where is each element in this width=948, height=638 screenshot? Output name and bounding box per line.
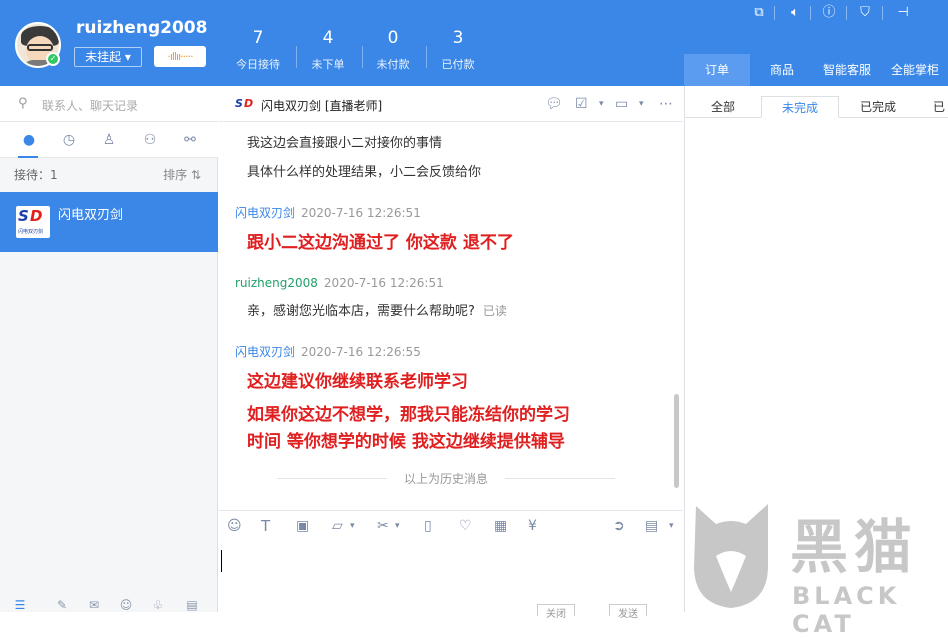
message-text: 这边建议你继续联系老师学习: [247, 372, 468, 392]
message-text: 具体什么样的处理结果，小二会反馈给你: [247, 165, 482, 180]
tree-icon[interactable]: ♧: [150, 598, 166, 612]
message-meta: 闪电双刃剑 2020-7-16 12:26:51: [235, 206, 421, 220]
username: ruizheng2008: [76, 18, 208, 38]
chat-bubble-icon[interactable]: ●: [18, 130, 40, 150]
contact-tabs: ● ◷ ♙ ⚇ ⚯: [0, 122, 218, 158]
font-icon[interactable]: T: [261, 517, 270, 535]
watermark: 黑猫 BLACK CAT: [676, 496, 948, 638]
group-icon[interactable]: ⚇: [139, 130, 161, 150]
chevron-down-icon[interactable]: ▾: [669, 517, 674, 535]
image-icon[interactable]: ▣: [296, 517, 309, 535]
cat-logo-icon: [694, 504, 768, 608]
tab-more[interactable]: 已: [929, 96, 948, 118]
stat-not-ordered[interactable]: 4 未下单: [298, 28, 358, 72]
person-icon[interactable]: ♙: [98, 130, 120, 150]
stat-unpaid[interactable]: 0 未付款: [363, 28, 423, 72]
search-icon: ⚲: [18, 96, 28, 111]
tab-completed[interactable]: 已完成: [839, 96, 917, 118]
robot-icon[interactable]: ☺: [118, 598, 134, 612]
coupon-icon[interactable]: ¥: [528, 517, 537, 535]
chat-bubble-icon[interactable]: 💬︎: [545, 96, 563, 112]
message-text: 我这边会直接跟小二对接你的事情: [247, 136, 443, 151]
record-icon[interactable]: ▤: [645, 517, 658, 535]
speaker-icon[interactable]: 🔈︎: [786, 4, 804, 22]
status-dropdown[interactable]: 未挂起 ▾: [74, 47, 142, 67]
close-button[interactable]: 关闭: [537, 604, 575, 620]
search-box[interactable]: ⚲ 联系人、聊天记录: [0, 86, 218, 122]
help-icon[interactable]: ⓘ: [820, 4, 838, 22]
tab-orders[interactable]: 订单: [684, 54, 750, 86]
message-input[interactable]: 关闭 发送: [219, 544, 683, 620]
watermark-en: BLACK CAT: [792, 582, 901, 638]
search-placeholder: 联系人、聊天记录: [42, 99, 139, 113]
vibrate-icon[interactable]: ▯: [424, 517, 432, 535]
send-button[interactable]: 发送: [609, 604, 647, 620]
calculator-icon[interactable]: ▦: [494, 517, 507, 535]
chat-header: SD 闪电双刃剑 [直播老师] 💬︎ ☑ ▾ ▭ ▾ ⋯: [219, 86, 683, 122]
watermark-cn: 黑猫: [790, 513, 919, 581]
heart-icon[interactable]: ♡: [459, 517, 472, 535]
scissors-icon[interactable]: ✂: [377, 517, 389, 535]
text-cursor: [221, 550, 222, 572]
more-icon[interactable]: ⋯: [659, 96, 673, 112]
shop-logo-small: SD: [235, 97, 254, 110]
online-check-icon: ✓: [46, 52, 60, 66]
message-meta: 闪电双刃剑 2020-7-16 12:26:55: [235, 345, 421, 359]
conversation-name: 闪电双刃剑: [58, 208, 124, 223]
org-icon[interactable]: ⚯: [179, 130, 201, 150]
stat-today[interactable]: 7 今日接待: [228, 28, 288, 72]
sort-button[interactable]: 排序 ⇅: [163, 166, 201, 183]
tab-products[interactable]: 商品: [754, 54, 810, 86]
tab-all-manager[interactable]: 全能掌柜: [882, 54, 948, 86]
left-bottom-bar: ☰ ✎ ✉ ☺ ♧ ▤: [0, 594, 218, 612]
scrollbar[interactable]: [674, 394, 679, 488]
history-divider: 以上为历史消息: [277, 470, 615, 486]
right-tabs: 订单 商品 智能客服 全能掌柜: [684, 54, 948, 86]
chat-panel: SD 闪电双刃剑 [直播老师] 💬︎ ☑ ▾ ▭ ▾ ⋯ 我这边会直接跟小二对接…: [219, 86, 683, 620]
message-text: 如果你这边不想学，那我只能冻结你的学习: [247, 405, 570, 425]
message-text: 跟小二这边沟通过了 你这款 退不了: [247, 233, 514, 253]
mail-icon[interactable]: ✉: [86, 598, 102, 612]
shirt-icon[interactable]: ⛉: [856, 4, 874, 22]
message-list: 我这边会直接跟小二对接你的事情 具体什么样的处理结果，小二会反馈给你 闪电双刃剑…: [219, 122, 683, 508]
tab-smart-service[interactable]: 智能客服: [814, 54, 880, 86]
transfer-icon[interactable]: ➲: [613, 517, 625, 535]
chevron-down-icon[interactable]: ▾: [350, 517, 355, 535]
edit-icon[interactable]: ✎: [54, 598, 70, 612]
message-meta: ruizheng2008 2020-7-16 12:26:51: [235, 276, 444, 290]
chevron-down-icon[interactable]: ▾: [599, 96, 604, 112]
shop-logo: S D 闪电双刃剑: [16, 206, 50, 238]
contact-panel: ⚲ 联系人、聊天记录 ● ◷ ♙ ⚇ ⚯ 接待：1 排序 ⇅ S D 闪电双刃剑 闪…: [0, 86, 218, 612]
doc-icon[interactable]: ▤: [184, 598, 200, 612]
voice-button[interactable]: ·ıllıı·····: [154, 46, 206, 67]
stat-paid[interactable]: 3 已付款: [428, 28, 488, 72]
top-header: ✓ ruizheng2008 未挂起 ▾ ·ıllıı····· 7 今日接待 4…: [0, 0, 948, 86]
window-icon[interactable]: ⧉: [750, 4, 768, 22]
pin-icon[interactable]: ⊣: [894, 4, 912, 22]
message-text: 时间 等你想学的时候 我这边继续提供辅导: [247, 432, 565, 452]
folder-icon[interactable]: ▱: [332, 517, 343, 535]
message-text: 亲，感谢您光临本店，需要什么帮助呢? 已读: [247, 304, 507, 319]
order-sub-tabs: 全部 未完成 已完成 已: [685, 96, 948, 118]
chevron-down-icon[interactable]: ▾: [639, 96, 644, 112]
waiting-count: 接待：1: [14, 168, 58, 182]
read-receipt: 已读: [482, 304, 507, 318]
conversation-item[interactable]: S D 闪电双刃剑 闪电双刃剑: [0, 192, 218, 252]
clock-icon[interactable]: ◷: [58, 130, 80, 150]
tab-incomplete[interactable]: 未完成: [761, 96, 839, 118]
active-tab-indicator: [18, 156, 38, 158]
tab-all[interactable]: 全部: [685, 96, 761, 118]
video-icon[interactable]: ▭: [615, 96, 628, 112]
input-toolbar: ☺ T ▣ ▱ ▾ ✂ ▾ ▯ ♡ ▦ ¥ ➲ ▤ ▾: [219, 510, 683, 544]
chat-title: 闪电双刃剑 [直播老师]: [261, 99, 383, 113]
chevron-down-icon[interactable]: ▾: [395, 517, 400, 535]
menu-icon[interactable]: ☰: [12, 598, 28, 612]
add-order-icon[interactable]: ☑: [575, 96, 588, 112]
emoji-icon[interactable]: ☺: [227, 517, 242, 535]
